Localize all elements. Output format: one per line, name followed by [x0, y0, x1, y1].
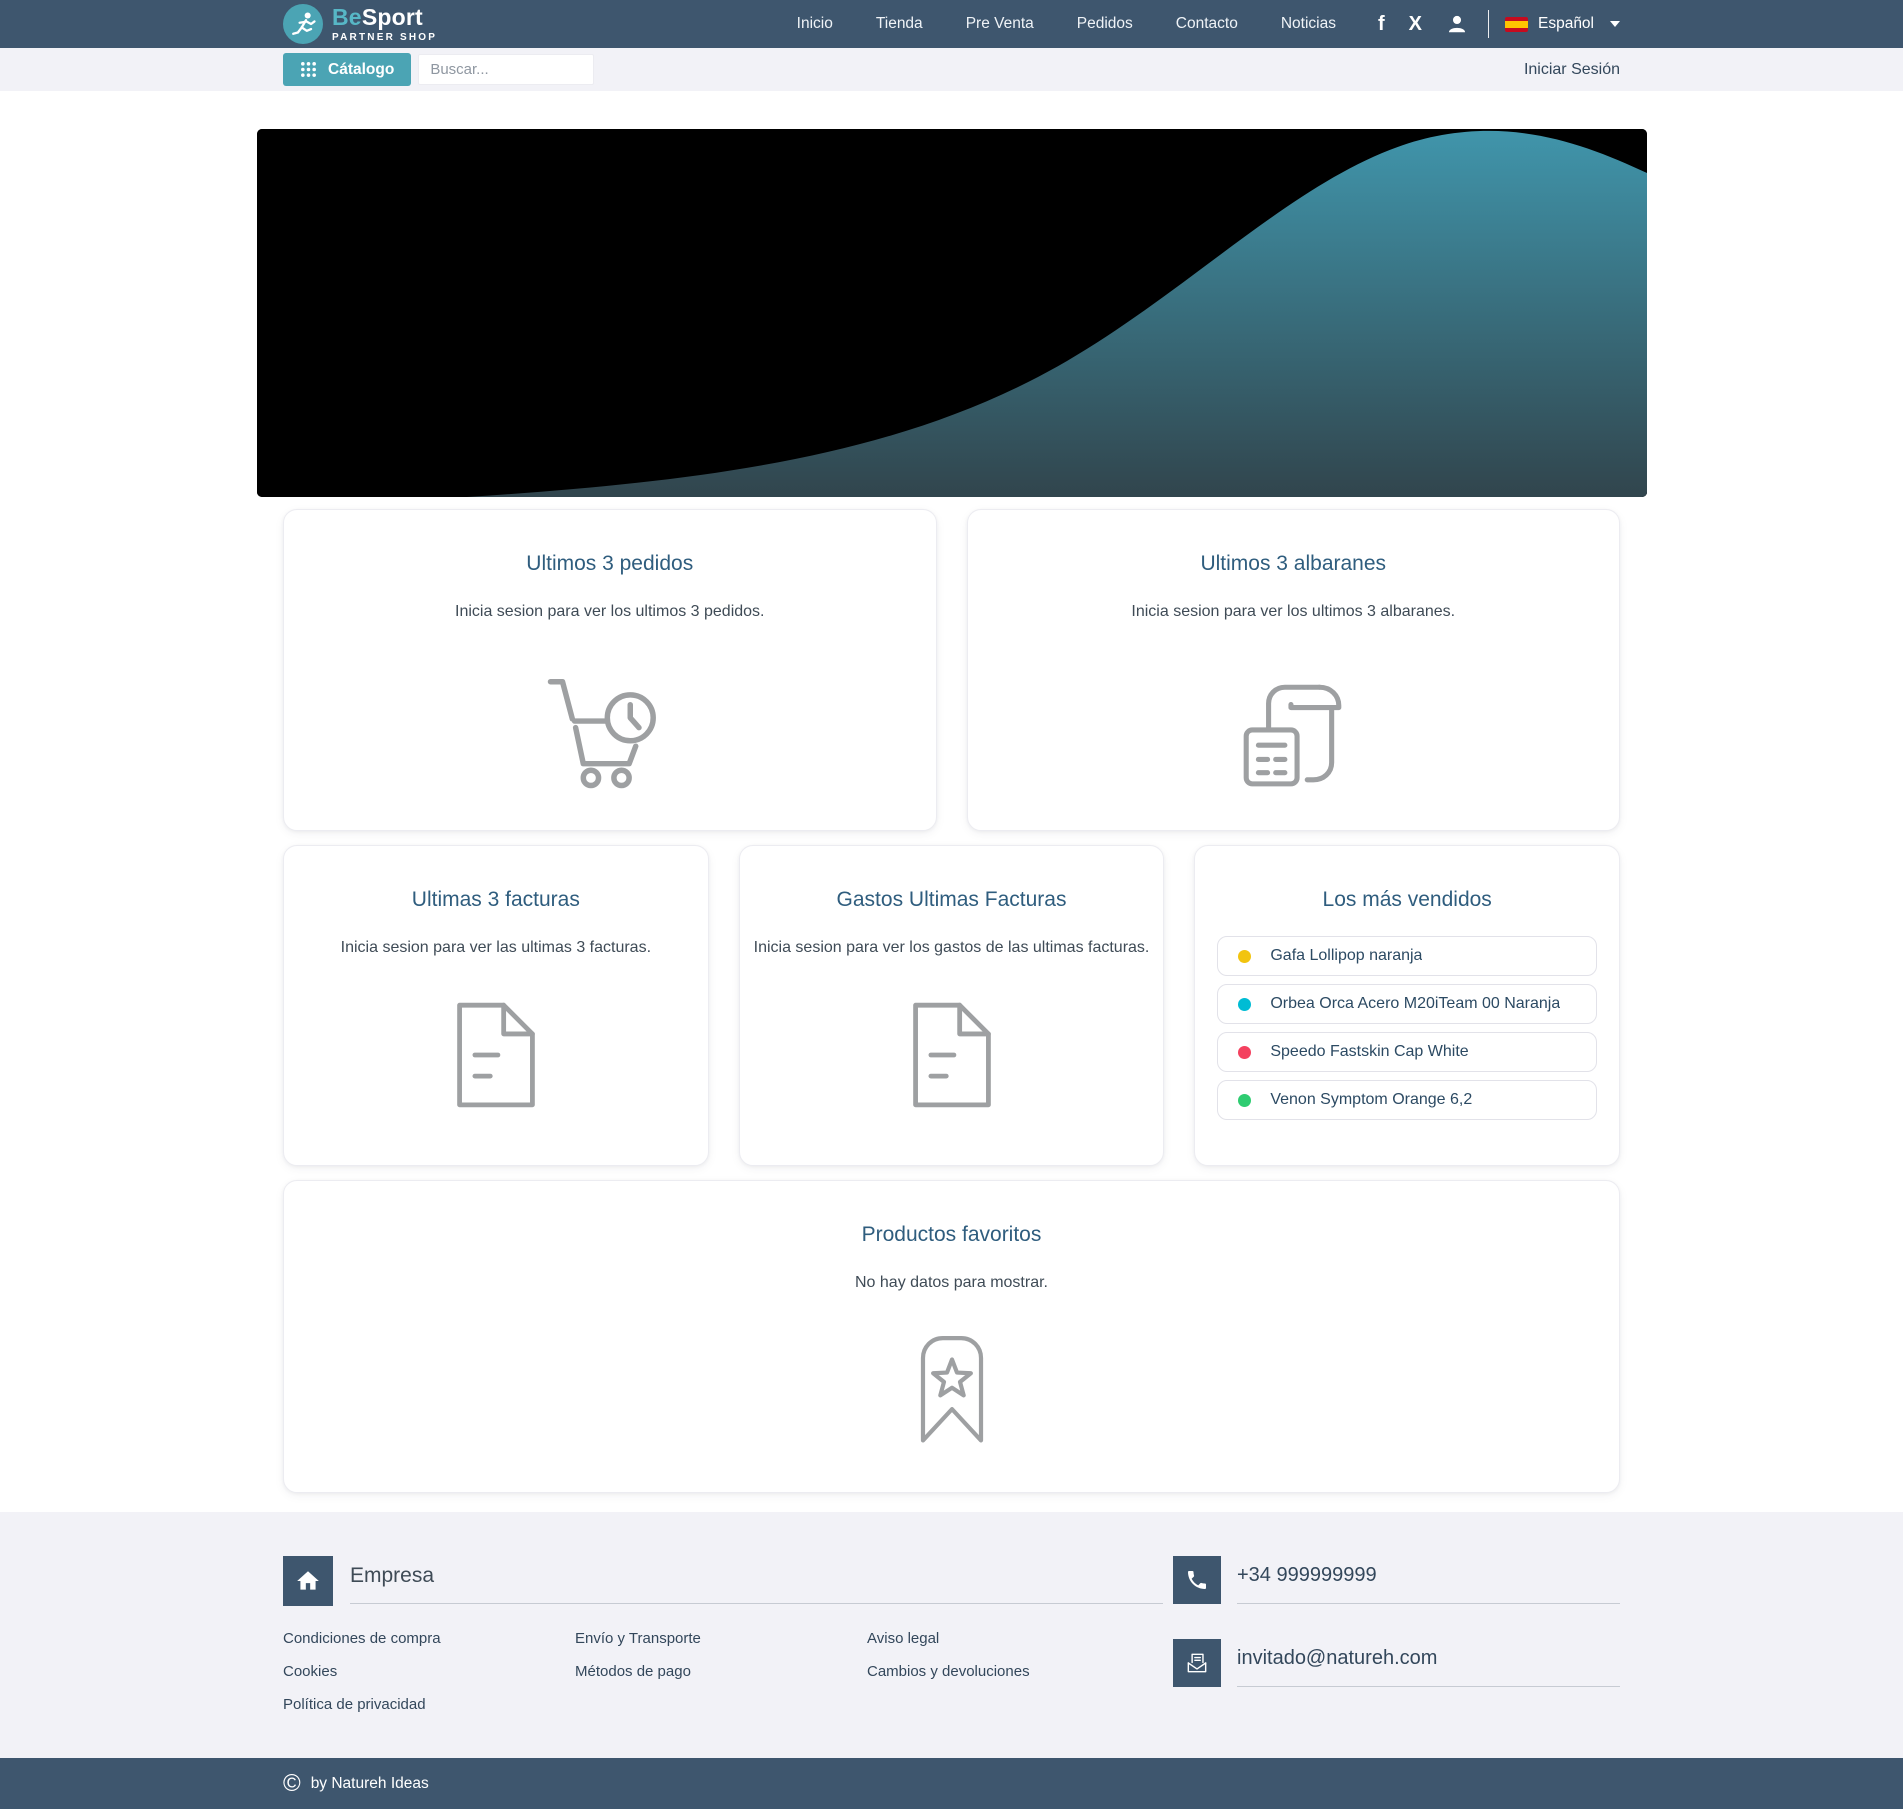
- footer-link-cookies[interactable]: Cookies: [283, 1663, 575, 1682]
- footer-email-wrap: invitado@natureh.com: [1237, 1639, 1620, 1687]
- runner-icon: [283, 4, 323, 44]
- footer-contact-block: +34 999999999 invitado@natureh.com: [1173, 1556, 1620, 1728]
- copyright-text: by Natureh Ideas: [310, 1774, 429, 1792]
- top-navbar: BeSport PARTNER SHOP Inicio Tienda Pre Ven…: [0, 0, 1903, 48]
- best-seller-label: Speedo Fastskin Cap White: [1270, 1043, 1469, 1060]
- bookmark-star-icon: [284, 1332, 1619, 1445]
- footer-phone-wrap: +34 999999999: [1237, 1556, 1620, 1604]
- search-input[interactable]: [418, 54, 595, 85]
- nav-link-tienda[interactable]: Tienda: [876, 15, 923, 33]
- home-icon: [283, 1556, 333, 1606]
- brand-name-primary: Be: [332, 3, 362, 30]
- footer-phone-row: +34 999999999: [1173, 1556, 1620, 1604]
- nav-link-noticias[interactable]: Noticias: [1281, 15, 1336, 33]
- footer-company-title-wrap: Empresa: [350, 1556, 1163, 1604]
- footer-email-row: invitado@natureh.com: [1173, 1639, 1620, 1687]
- footer-link-cambios-y-devoluciones[interactable]: Cambios y devoluciones: [867, 1663, 1159, 1682]
- x-twitter-icon[interactable]: X: [1409, 14, 1422, 34]
- nav-link-pedidos[interactable]: Pedidos: [1077, 15, 1133, 33]
- nav-link-contacto[interactable]: Contacto: [1176, 15, 1238, 33]
- card-title: Ultimos 3 albaranes: [1200, 552, 1387, 575]
- nav-links: Inicio Tienda Pre Venta Pedidos Contacto Noti…: [797, 15, 1336, 33]
- footer: Empresa Condiciones de compra Cookies Polí…: [0, 1512, 1903, 1759]
- mail-icon: [1173, 1639, 1221, 1687]
- nav-link-pre-venta[interactable]: Pre Venta: [966, 15, 1034, 33]
- cards-row-3: Productos favoritos No hay datos para mo…: [268, 1173, 1635, 1500]
- footer-link-column-3: Aviso legal Cambios y devoluciones: [867, 1630, 1159, 1728]
- footer-links: Condiciones de compra Cookies Política de …: [283, 1630, 1163, 1728]
- expenses-document-icon: [740, 997, 1164, 1113]
- card-title: Ultimas 3 facturas: [411, 888, 580, 911]
- brand-logo[interactable]: BeSport PARTNER SHOP: [283, 4, 437, 44]
- brand-name: BeSport: [332, 3, 437, 30]
- catalog-button-label: Cátalogo: [328, 60, 395, 78]
- card-ultimos-albaranes: Ultimos 3 albaranes Inicia sesion para v…: [966, 509, 1620, 831]
- card-ultimos-pedidos: Ultimos 3 pedidos Inicia sesion para ver…: [283, 509, 937, 831]
- brand-text: BeSport PARTNER SHOP: [332, 3, 438, 43]
- nav-divider: [1487, 10, 1489, 38]
- footer-phone[interactable]: +34 999999999: [1237, 1564, 1377, 1586]
- card-title: Ultimos 3 pedidos: [526, 552, 694, 575]
- invoice-document-icon: [284, 997, 708, 1113]
- copyright-icon: ©: [283, 1769, 301, 1797]
- card-body: Inicia sesion para ver los ultimos 3 ped…: [455, 603, 765, 620]
- delivery-note-icon: [968, 673, 1620, 791]
- footer-link-politica-de-privacidad[interactable]: Política de privacidad: [283, 1696, 575, 1715]
- cards-row-2: Ultimas 3 facturas Inicia sesion para ve…: [268, 838, 1635, 1173]
- brand-name-secondary: Sport: [361, 3, 423, 30]
- card-body: Inicia sesion para ver las ultimas 3 fac…: [340, 939, 652, 956]
- sub-header: Cátalogo Iniciar Sesión: [0, 48, 1903, 91]
- card-productos-favoritos: Productos favoritos No hay datos para mo…: [283, 1180, 1620, 1493]
- card-gastos-facturas: Gastos Ultimas Facturas Inicia sesion pa…: [738, 845, 1165, 1166]
- best-seller-item-venon-symptom-orange-6-2[interactable]: Venon Symptom Orange 6,2: [1217, 1080, 1598, 1120]
- card-body: Inicia sesion para ver los gastos de las…: [753, 939, 1150, 956]
- footer-link-metodos-de-pago[interactable]: Métodos de pago: [575, 1663, 867, 1682]
- nav-link-inicio[interactable]: Inicio: [797, 15, 833, 33]
- footer-link-aviso-legal[interactable]: Aviso legal: [867, 1630, 1159, 1649]
- best-sellers-list: Gafa Lollipop naranja Orbea Orca Acero M2…: [1217, 936, 1598, 1120]
- grid-icon: [301, 62, 316, 77]
- best-seller-item-orbea-orca-acero-m20iteam-00-naranja[interactable]: Orbea Orca Acero M20iTeam 00 Naranja: [1217, 984, 1598, 1024]
- card-body: Inicia sesion para ver los ultimos 3 alb…: [1131, 603, 1456, 620]
- cart-clock-icon: [284, 673, 936, 791]
- cards-row-1: Ultimos 3 pedidos Inicia sesion para ver…: [268, 502, 1635, 838]
- footer-link-condiciones-de-compra[interactable]: Condiciones de compra: [283, 1630, 575, 1649]
- card-title: Gastos Ultimas Facturas: [836, 888, 1067, 911]
- catalog-button[interactable]: Cátalogo: [283, 53, 412, 86]
- best-seller-label: Venon Symptom Orange 6,2: [1270, 1091, 1473, 1108]
- best-seller-label: Gafa Lollipop naranja: [1270, 947, 1423, 964]
- best-seller-item-speedo-fastskin-cap-white[interactable]: Speedo Fastskin Cap White: [1217, 1032, 1598, 1072]
- card-body: No hay datos para mostrar.: [855, 1274, 1048, 1291]
- nav-social-icons: f X: [1378, 13, 1468, 35]
- footer-company-block: Empresa Condiciones de compra Cookies Polí…: [283, 1556, 1163, 1728]
- card-title: Los más vendidos: [1322, 888, 1492, 911]
- footer-company-title: Empresa: [350, 1564, 435, 1587]
- brand-subtitle: PARTNER SHOP: [332, 31, 438, 43]
- hero-wave-graphic: [256, 129, 1647, 497]
- phone-icon: [1173, 1556, 1221, 1604]
- facebook-icon[interactable]: f: [1378, 14, 1385, 34]
- dashboard-cards: Ultimos 3 pedidos Inicia sesion para ver…: [268, 502, 1635, 1500]
- color-dot-icon: [1238, 997, 1252, 1011]
- best-seller-label: Orbea Orca Acero M20iTeam 00 Naranja: [1270, 995, 1561, 1012]
- spain-flag-icon: [1504, 16, 1528, 32]
- footer-link-envio-y-transporte[interactable]: Envío y Transporte: [575, 1630, 867, 1649]
- footer-link-column-2: Envío y Transporte Métodos de pago: [575, 1630, 867, 1728]
- card-ultimas-facturas: Ultimas 3 facturas Inicia sesion para ve…: [283, 845, 709, 1166]
- card-title: Productos favoritos: [861, 1223, 1042, 1246]
- language-selector[interactable]: Español: [1504, 15, 1620, 33]
- color-dot-icon: [1238, 949, 1252, 963]
- color-dot-icon: [1238, 1093, 1252, 1107]
- footer-link-column-1: Condiciones de compra Cookies Política de …: [283, 1630, 575, 1728]
- language-label: Español: [1537, 15, 1594, 32]
- footer-email[interactable]: invitado@natureh.com: [1237, 1647, 1437, 1669]
- color-dot-icon: [1238, 1045, 1252, 1059]
- bottom-bar: © by Natureh Ideas: [0, 1758, 1903, 1809]
- chevron-down-icon: [1610, 21, 1620, 27]
- hero-banner: [256, 129, 1647, 497]
- best-seller-item-gafa-lollipop-naranja[interactable]: Gafa Lollipop naranja: [1217, 936, 1598, 976]
- login-link[interactable]: Iniciar Sesión: [1524, 61, 1620, 79]
- card-los-mas-vendidos: Los más vendidos Gafa Lollipop naranja Or…: [1194, 845, 1621, 1166]
- user-account-icon[interactable]: [1446, 13, 1468, 35]
